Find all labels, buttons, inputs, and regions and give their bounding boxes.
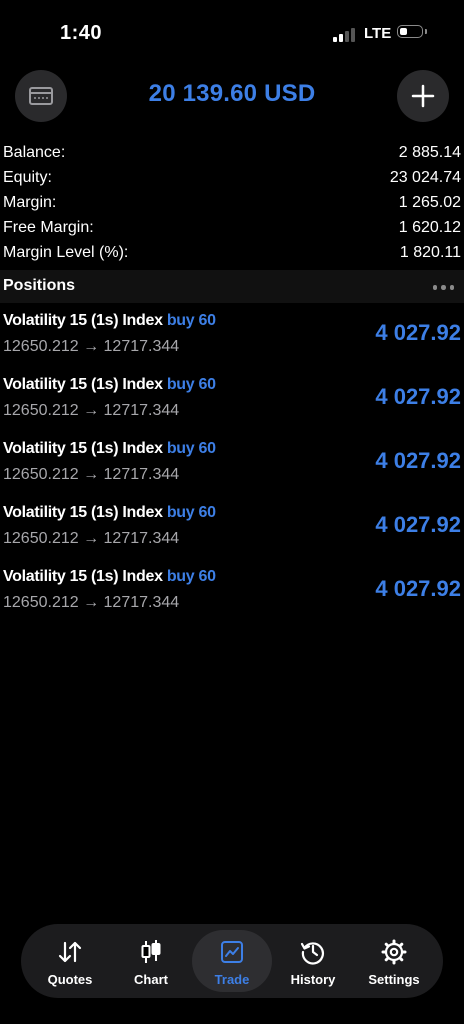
positions-header: Positions	[0, 270, 464, 303]
position-profit: 4 027.92	[375, 576, 461, 601]
summary-label: Equity:	[3, 169, 52, 186]
summary-label: Margin Level (%):	[3, 244, 129, 261]
gear-icon	[381, 939, 407, 965]
tab-label: History	[290, 972, 336, 987]
tab-trade[interactable]: Trade	[192, 930, 272, 992]
summary-row-equity: Equity: 23 024.74	[0, 167, 464, 192]
candlestick-icon	[141, 940, 161, 963]
tab-bar: Quotes Chart Trade History Settings	[21, 924, 443, 998]
position-side: buy 60	[166, 312, 216, 329]
account-total: 20 139.60 USD	[148, 80, 316, 107]
summary-row-margin-level: Margin Level (%): 1 820.11	[0, 242, 464, 267]
tab-label: Chart	[134, 972, 168, 987]
position-row[interactable]: Volatility 15 (1s) Index buy 60 12650.21…	[0, 500, 464, 564]
summary-value: 1 265.02	[398, 194, 461, 211]
summary-label: Free Margin:	[3, 219, 94, 236]
position-row[interactable]: Volatility 15 (1s) Index buy 60 12650.21…	[0, 372, 464, 436]
position-row[interactable]: Volatility 15 (1s) Index buy 60 12650.21…	[0, 564, 464, 628]
position-symbol: Volatility 15 (1s) Index	[3, 312, 163, 329]
summary-value: 2 885.14	[398, 144, 461, 161]
summary-row-margin: Margin: 1 265.02	[0, 192, 464, 217]
position-prices: 12650.212 → 12717.344	[3, 530, 180, 547]
summary-value: 1 820.11	[399, 244, 461, 261]
history-icon	[300, 942, 324, 965]
new-order-button[interactable]	[397, 70, 449, 122]
position-prices: 12650.212 → 12717.344	[3, 594, 180, 611]
position-profit: 4 027.92	[375, 448, 461, 473]
position-symbol: Volatility 15 (1s) Index	[3, 440, 163, 457]
arrows-updown-icon	[58, 941, 82, 963]
summary-label: Margin:	[3, 194, 57, 211]
positions-title: Positions	[3, 277, 76, 294]
battery-icon	[397, 25, 427, 40]
position-row[interactable]: Volatility 15 (1s) Index buy 60 12650.21…	[0, 308, 464, 372]
tab-chart[interactable]: Chart	[111, 930, 191, 992]
summary-label: Balance:	[3, 144, 66, 161]
position-symbol: Volatility 15 (1s) Index	[3, 504, 163, 521]
tab-settings[interactable]: Settings	[354, 930, 434, 992]
account-summary: Balance: 2 885.14 Equity: 23 024.74 Marg…	[0, 142, 464, 267]
more-options-icon[interactable]	[432, 285, 454, 290]
trade-chart-icon	[221, 941, 243, 963]
position-prices: 12650.212 → 12717.344	[3, 466, 180, 483]
position-side: buy 60	[166, 376, 216, 393]
summary-value: 1 620.12	[398, 219, 461, 236]
plus-icon	[411, 84, 435, 108]
tab-label: Settings	[368, 972, 420, 987]
position-prices: 12650.212 → 12717.344	[3, 402, 180, 419]
tab-label: Trade	[214, 972, 250, 987]
position-side: buy 60	[166, 440, 216, 457]
summary-value: 23 024.74	[389, 169, 461, 186]
summary-row-free-margin: Free Margin: 1 620.12	[0, 217, 464, 242]
tab-quotes[interactable]: Quotes	[30, 930, 110, 992]
position-side: buy 60	[166, 568, 216, 585]
positions-list: Volatility 15 (1s) Index buy 60 12650.21…	[0, 308, 464, 628]
position-prices: 12650.212 → 12717.344	[3, 338, 180, 355]
position-symbol: Volatility 15 (1s) Index	[3, 376, 163, 393]
position-row[interactable]: Volatility 15 (1s) Index buy 60 12650.21…	[0, 436, 464, 500]
position-side: buy 60	[166, 504, 216, 521]
position-profit: 4 027.92	[375, 320, 461, 345]
position-profit: 4 027.92	[375, 384, 461, 409]
position-symbol: Volatility 15 (1s) Index	[3, 568, 163, 585]
status-time: 1:40	[60, 22, 103, 44]
signal-icon	[333, 28, 355, 42]
status-bar: 1:40 LTE	[0, 0, 464, 60]
summary-row-balance: Balance: 2 885.14	[0, 142, 464, 167]
tab-history[interactable]: History	[273, 930, 353, 992]
network-label: LTE	[364, 25, 392, 42]
tab-label: Quotes	[47, 972, 93, 987]
position-profit: 4 027.92	[375, 512, 461, 537]
